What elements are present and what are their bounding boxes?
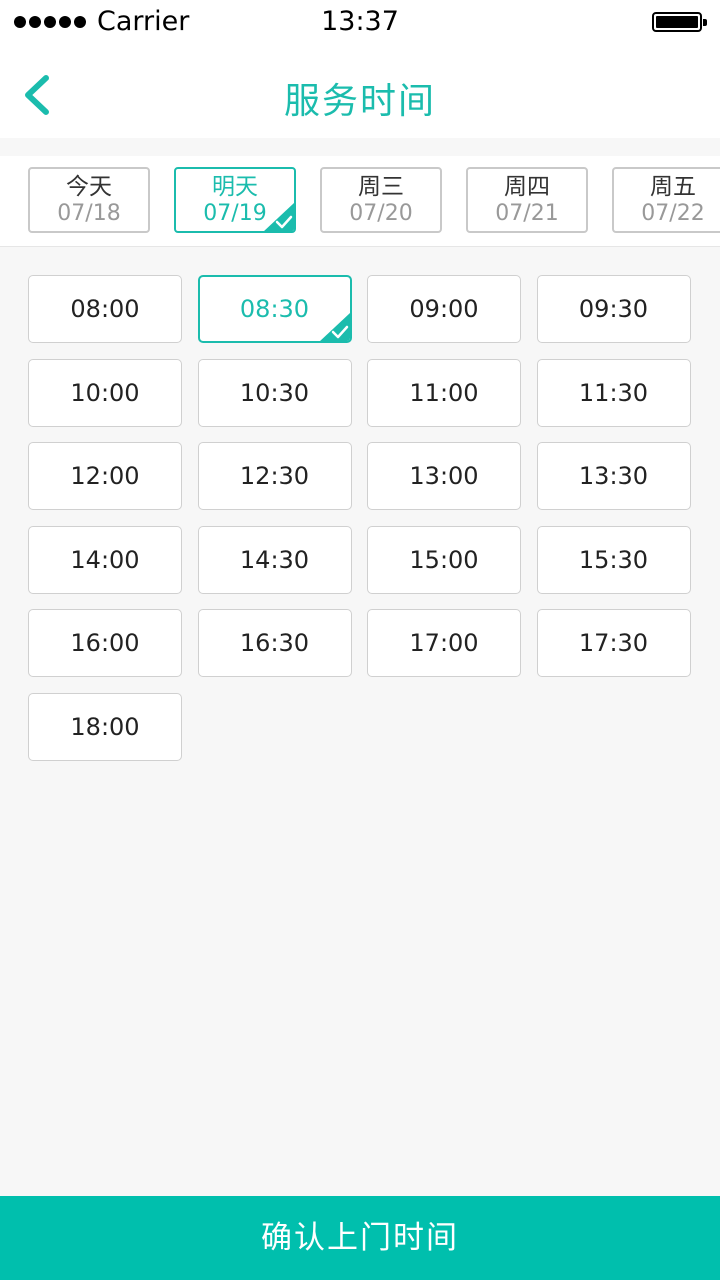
date-chip-day: 周五 xyxy=(650,174,696,200)
time-slot[interactable]: 12:30 xyxy=(197,442,352,510)
time-slot-label: 12:00 xyxy=(70,462,140,490)
date-chip-day: 周四 xyxy=(504,174,550,200)
time-slot[interactable]: 14:30 xyxy=(197,525,352,594)
time-slot-label: 17:00 xyxy=(409,629,479,657)
date-chip-date: 07/20 xyxy=(349,201,413,226)
time-slot-label: 10:30 xyxy=(239,378,310,407)
date-chip-date: 07/21 xyxy=(495,201,559,226)
time-slot-label: 15:00 xyxy=(409,545,479,574)
time-slot[interactable]: 13:30 xyxy=(536,442,691,510)
time-slot[interactable]: 15:00 xyxy=(367,525,521,594)
time-slot-label: 08:00 xyxy=(70,295,140,323)
time-slot[interactable]: 11:30 xyxy=(536,358,691,427)
date-chip-date: 07/18 xyxy=(57,201,121,226)
time-slot[interactable]: 17:30 xyxy=(536,609,691,677)
checkmark-corner-icon xyxy=(264,202,294,231)
time-slot-label: 11:30 xyxy=(578,378,649,407)
date-chip-day: 明天 xyxy=(212,174,258,200)
time-slot[interactable]: 18:00 xyxy=(28,692,182,761)
time-slot-label: 14:30 xyxy=(239,545,310,574)
time-slot-label: 14:00 xyxy=(70,545,140,574)
time-slot[interactable]: 10:00 xyxy=(28,358,182,427)
time-slot-label: 15:30 xyxy=(578,545,649,574)
time-slot-label: 13:00 xyxy=(409,462,479,490)
time-slot[interactable]: 09:00 xyxy=(367,275,521,343)
time-slot-label: 09:00 xyxy=(409,295,479,323)
nav-bar: 服务时间 xyxy=(0,46,720,138)
time-slot-label: 12:30 xyxy=(239,462,310,490)
page-title: 服务时间 xyxy=(283,81,436,122)
date-chip[interactable]: 周四 07/21 xyxy=(466,167,588,233)
time-slot[interactable]: 09:30 xyxy=(536,275,691,343)
time-slot-label: 09:30 xyxy=(578,295,649,323)
time-slot-label: 18:00 xyxy=(70,712,140,741)
time-slot[interactable]: 15:30 xyxy=(536,525,691,594)
time-slot[interactable]: 08:30 xyxy=(197,275,352,343)
date-chip-day: 周三 xyxy=(358,174,404,200)
date-chip[interactable]: 明天 07/19 xyxy=(174,167,296,233)
date-chip[interactable]: 周五 07/22 xyxy=(612,167,720,233)
time-slot[interactable]: 11:00 xyxy=(367,358,521,427)
time-slot-label: 10:00 xyxy=(70,378,140,407)
date-chip[interactable]: 今天 07/18 xyxy=(28,167,150,233)
time-slot[interactable]: 10:30 xyxy=(197,358,352,427)
time-slot[interactable]: 12:00 xyxy=(28,442,182,510)
time-slot-label: 08:30 xyxy=(239,295,310,323)
time-slot-label: 17:30 xyxy=(578,629,649,657)
time-slot-label: 13:30 xyxy=(578,462,649,490)
status-bar: Carrier 13:37 xyxy=(0,0,720,46)
date-chip-day: 今天 xyxy=(66,174,112,200)
checkmark-corner-icon xyxy=(319,312,350,341)
time-slot[interactable]: 14:00 xyxy=(28,525,182,594)
confirm-time-button[interactable]: 确认上门时间 xyxy=(0,1196,720,1280)
battery-icon xyxy=(652,12,707,32)
status-time: 13:37 xyxy=(321,6,399,37)
time-slot[interactable]: 16:30 xyxy=(197,609,352,677)
time-slot[interactable]: 13:00 xyxy=(367,442,521,510)
time-slot-label: 11:00 xyxy=(409,378,479,407)
date-chip[interactable]: 周三 07/20 xyxy=(320,167,442,233)
time-slot[interactable]: 08:00 xyxy=(28,275,182,343)
time-slot[interactable]: 17:00 xyxy=(367,609,521,677)
time-slot[interactable]: 16:00 xyxy=(28,609,182,677)
time-slot-label: 16:30 xyxy=(239,629,310,657)
date-chip-date: 07/22 xyxy=(641,201,705,226)
date-selector[interactable]: 今天 07/18 明天 07/19 周三 07/20 周四 07/21 周五 07/22 xyxy=(0,156,720,247)
time-slot-label: 16:00 xyxy=(70,629,140,657)
